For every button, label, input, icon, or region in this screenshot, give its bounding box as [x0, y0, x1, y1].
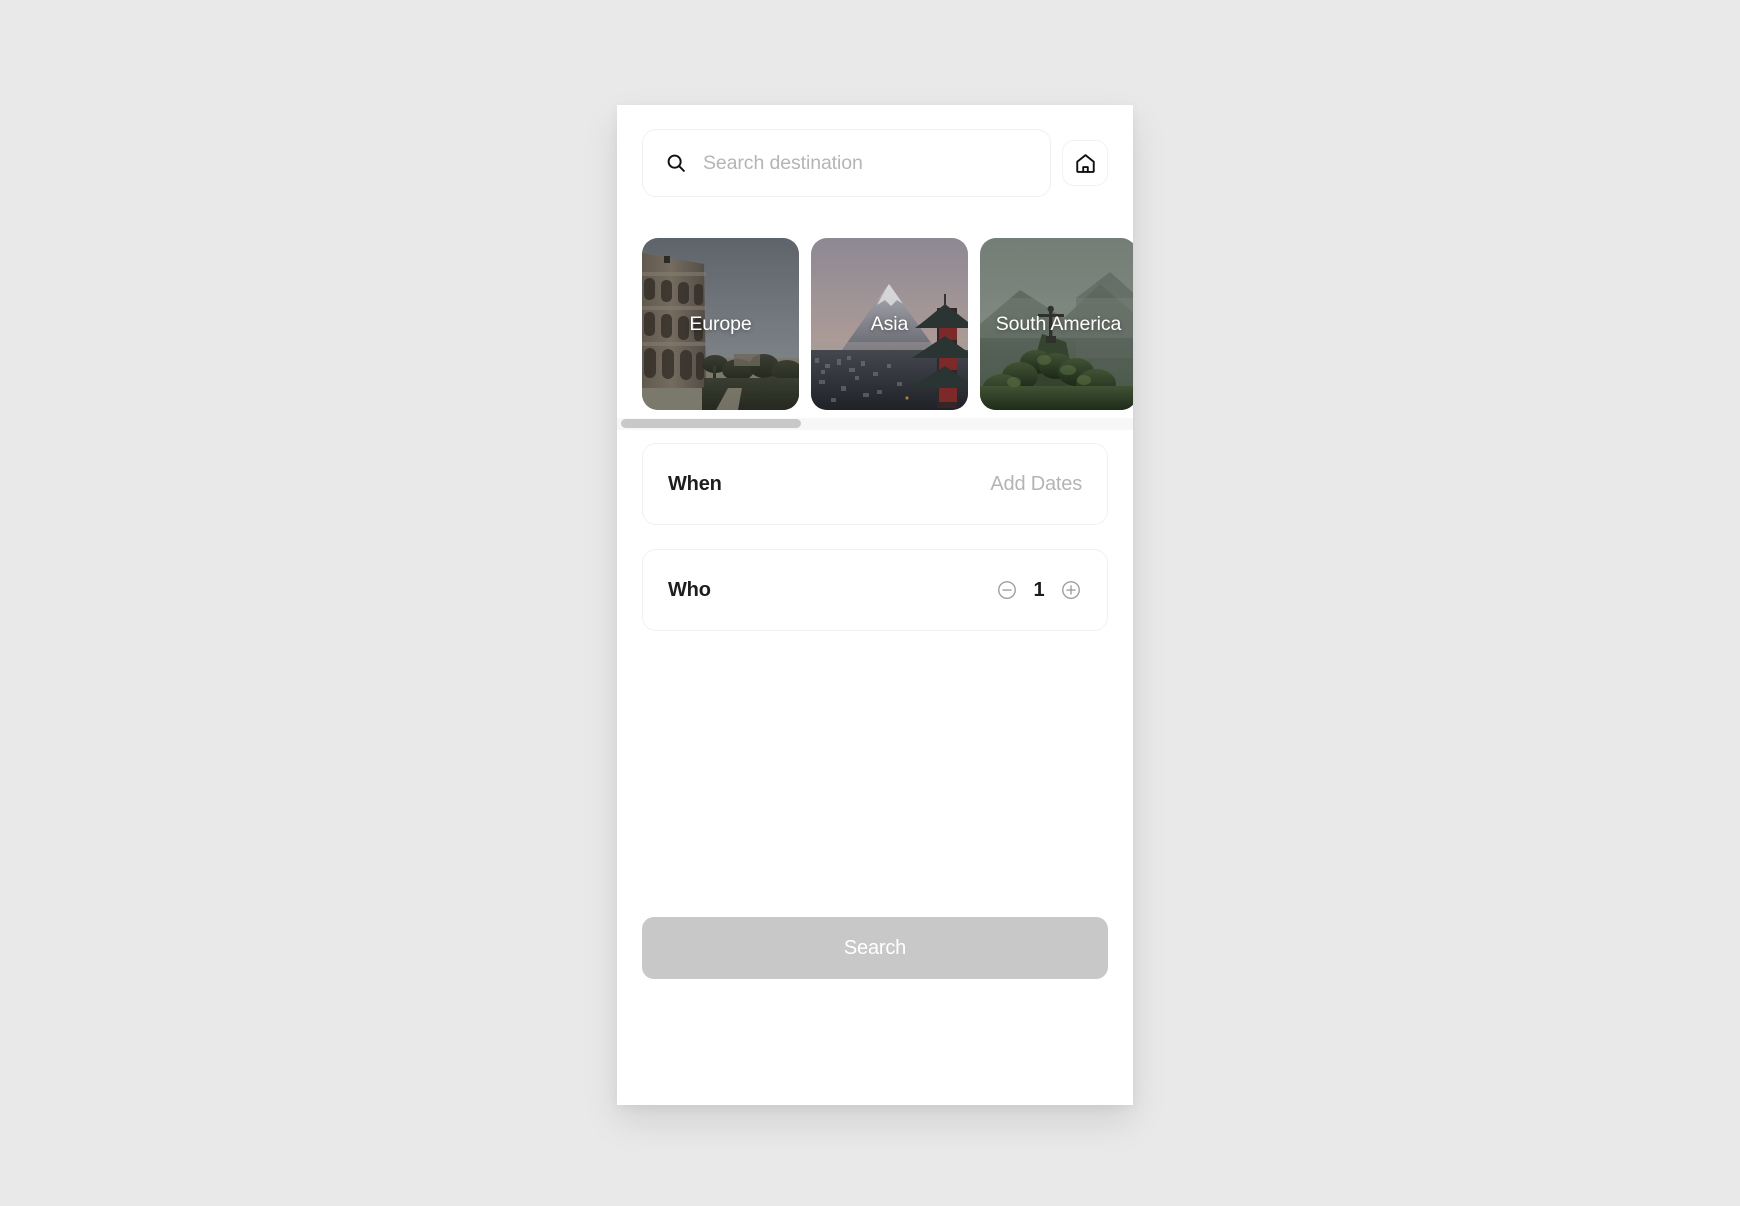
circle-minus-icon[interactable] [996, 579, 1018, 601]
who-option-card[interactable]: Who 1 [642, 549, 1108, 631]
when-value: Add Dates [990, 472, 1082, 495]
who-label: Who [668, 578, 711, 601]
mobile-panel: Europe [617, 105, 1133, 1105]
guest-count: 1 [1033, 578, 1045, 601]
guest-stepper: 1 [996, 579, 1082, 602]
carousel-scrollbar-track[interactable] [617, 418, 1133, 430]
when-label: When [668, 472, 722, 495]
circle-plus-icon[interactable] [1060, 579, 1082, 601]
home-icon [1075, 153, 1095, 173]
when-option-card[interactable]: When Add Dates [642, 443, 1108, 525]
search-submit-button[interactable]: Search [642, 917, 1108, 979]
destination-label: Asia [870, 312, 909, 335]
search-row [642, 129, 1108, 197]
destination-carousel[interactable]: Europe Asia South America [642, 238, 1133, 413]
destination-card-europe[interactable]: Europe [642, 238, 799, 410]
app-stage: Europe [0, 0, 1740, 1206]
search-field[interactable] [642, 129, 1051, 197]
destination-card-asia[interactable]: Asia [811, 238, 968, 410]
destination-card-south-america[interactable]: South America [980, 238, 1133, 410]
destination-label: South America [995, 312, 1122, 335]
search-icon [667, 154, 685, 172]
home-button[interactable] [1062, 140, 1108, 186]
search-input[interactable] [703, 151, 1028, 175]
destination-label: Europe [689, 312, 752, 335]
carousel-scrollbar-thumb[interactable] [621, 419, 801, 428]
